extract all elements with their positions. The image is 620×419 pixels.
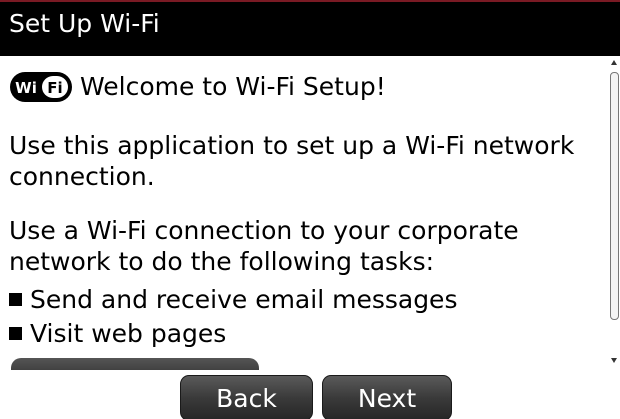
button-bar: Back Next [0, 370, 620, 419]
welcome-row: Wi Fi Welcome to Wi-Fi Setup! [9, 70, 386, 104]
svg-text:Wi: Wi [15, 79, 37, 97]
title-bar: Set Up Wi-Fi [0, 0, 620, 56]
next-button[interactable]: Next [322, 375, 452, 419]
welcome-heading: Welcome to Wi-Fi Setup! [80, 72, 386, 101]
bullet-square-icon [9, 327, 22, 340]
list-item-label: Visit web pages [30, 319, 227, 348]
list-item-label: Send and receive email messages [30, 285, 458, 314]
back-button[interactable]: Back [180, 375, 313, 419]
wifi-logo-icon: Wi Fi [10, 72, 72, 102]
scrollbar-thumb[interactable] [610, 72, 619, 320]
tasks-paragraph: Use a Wi-Fi connection to your corporate… [9, 216, 519, 276]
page-title: Set Up Wi-Fi [9, 9, 160, 38]
scroll-down-arrow-icon [611, 358, 617, 363]
content-area: Wi Fi Welcome to Wi-Fi Setup! Use this a… [0, 56, 608, 370]
scroll-up-arrow-icon [611, 60, 617, 65]
vertical-scrollbar[interactable] [608, 56, 620, 370]
bullet-square-icon [9, 293, 22, 306]
wifi-setup-screen: Set Up Wi-Fi Wi Fi Welcome to Wi-Fi Setu… [0, 0, 620, 419]
list-item: Send and receive email messages [9, 284, 457, 315]
list-item: Visit web pages [9, 318, 226, 349]
svg-text:Fi: Fi [47, 79, 62, 97]
intro-paragraph: Use this application to set up a Wi-Fi n… [9, 131, 575, 191]
partially-visible-button[interactable] [11, 358, 259, 370]
